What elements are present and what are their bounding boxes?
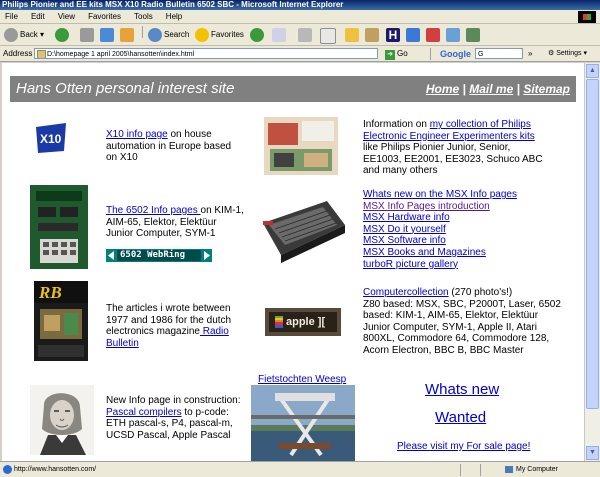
mail-link[interactable]: Mail me xyxy=(469,82,513,96)
rb-logo-text: RB xyxy=(39,283,62,302)
ee-paragraph: Information on my collection of Philips … xyxy=(363,119,543,176)
star-icon xyxy=(195,27,209,42)
address-label: Address xyxy=(3,49,33,58)
page-viewport: Hans Otten personal interest site Home |… xyxy=(2,63,584,461)
status-separator xyxy=(460,464,461,476)
forward-button[interactable] xyxy=(55,27,71,43)
toolbar: Back ▾ Search Favorites H xyxy=(0,24,600,46)
apple2-logo-image[interactable]: apple ][ xyxy=(265,308,341,336)
ie-page-icon xyxy=(3,465,12,474)
kim1-board-photo[interactable] xyxy=(30,185,88,269)
google-logo: Google xyxy=(440,49,471,59)
go-arrow-icon: ➜ xyxy=(385,50,395,60)
site-title: Hans Otten personal interest site xyxy=(16,80,235,97)
status-separator xyxy=(480,464,481,476)
mail-icon[interactable] xyxy=(272,28,286,42)
globe-icon[interactable] xyxy=(446,28,460,42)
menu-view[interactable]: View xyxy=(53,10,80,24)
print-icon[interactable] xyxy=(298,28,312,42)
msx-software-link[interactable]: MSX Software info xyxy=(363,235,446,246)
svg-text:X10: X10 xyxy=(40,132,62,146)
window-title: Philips Pionier and EE kits MSX X10 Radi… xyxy=(0,0,600,10)
menu-help[interactable]: Help xyxy=(161,10,187,24)
menu-edit[interactable]: Edit xyxy=(26,10,50,24)
back-arrow-icon xyxy=(4,27,18,42)
fietstochten-photo[interactable] xyxy=(251,385,355,461)
menu-tools[interactable]: Tools xyxy=(129,10,158,24)
6502-paragraph: The 6502 Info pages on KIM-1, AIM-65, El… xyxy=(106,205,244,239)
chevron-more-icon[interactable]: » xyxy=(528,46,532,62)
history-icon[interactable] xyxy=(250,28,264,42)
forward-arrow-icon xyxy=(55,27,69,42)
msx-diy-link[interactable]: MSX Do it yourself xyxy=(363,224,446,235)
sitemap-link[interactable]: Sitemap xyxy=(523,82,570,96)
6502-info-link[interactable]: The 6502 Info pages xyxy=(106,205,201,216)
h-toolbar-icon[interactable]: H xyxy=(386,28,400,42)
scroll-up-icon[interactable]: ▲ xyxy=(586,64,599,78)
x10-paragraph: X10 info page on house automation in Eur… xyxy=(106,129,232,163)
6502-webring-banner[interactable]: 6502 WebRing xyxy=(106,249,212,262)
search-icon xyxy=(148,27,162,42)
pascal-portrait-image[interactable] xyxy=(30,385,94,455)
settings-button[interactable]: ⚙ Settings ▾ xyxy=(548,46,587,62)
status-url: http://www.hansotten.com/ xyxy=(14,466,97,473)
pascal-compilers-link[interactable]: Pascal compilers xyxy=(106,407,182,418)
rb-paragraph: The articles i wrote between 1977 and 19… xyxy=(106,303,232,349)
tool-icon[interactable] xyxy=(466,28,480,42)
favorites-button[interactable]: Favorites xyxy=(195,27,244,43)
msx-link-list: Whats new on the MSX Info pages MSX Info… xyxy=(363,189,563,270)
address-input[interactable]: D:\homepage 1 april 2005\hansotten\index… xyxy=(34,48,378,59)
apple2-label: apple ][ xyxy=(286,316,326,328)
scroll-down-icon[interactable]: ▼ xyxy=(586,446,599,460)
refresh-icon[interactable] xyxy=(100,28,114,42)
back-button[interactable]: Back ▾ xyxy=(4,27,44,43)
menu-favorites[interactable]: Favorites xyxy=(83,10,126,24)
computer-collection-link[interactable]: Computercollection xyxy=(363,287,449,298)
msx-hardware-link[interactable]: MSX Hardware info xyxy=(363,212,450,223)
site-banner: Hans Otten personal interest site Home |… xyxy=(10,76,576,102)
menu-file[interactable]: File xyxy=(0,10,23,24)
go-button[interactable]: ➜ Go xyxy=(385,48,408,60)
msx-computer-photo[interactable] xyxy=(257,195,347,265)
folder-icon[interactable] xyxy=(345,28,359,42)
connect-icon[interactable] xyxy=(426,28,440,42)
msx-books-link[interactable]: MSX Books and Magazines xyxy=(363,247,486,258)
vertical-scrollbar[interactable]: ▲ ▼ xyxy=(584,63,600,461)
x10-logo-image[interactable]: X10 xyxy=(34,121,68,155)
security-zone: My Computer xyxy=(505,462,558,477)
content-table: X10 X10 info page on house automation in… xyxy=(22,111,568,461)
scrollbar-thumb[interactable] xyxy=(586,79,599,409)
radio-bulletin-cover[interactable]: RB xyxy=(34,281,88,361)
toolbar-separator xyxy=(142,26,143,38)
address-bar: Address D:\homepage 1 april 2005\hansott… xyxy=(0,46,600,62)
wanted-link[interactable]: Wanted xyxy=(435,409,486,426)
home-icon[interactable] xyxy=(120,28,134,42)
status-bar: http://www.hansotten.com/ My Computer xyxy=(0,461,600,477)
search-button[interactable]: Search xyxy=(148,27,189,43)
network-icon[interactable] xyxy=(406,28,420,42)
stop-icon[interactable] xyxy=(80,28,94,42)
x10-info-link[interactable]: X10 info page xyxy=(106,129,168,140)
computer-collection-paragraph: Computercollection (270 photo's!) Z80 bas… xyxy=(363,287,561,356)
home-link[interactable]: Home xyxy=(426,82,459,96)
fietstochten-link[interactable]: Fietstochten Weesp xyxy=(258,374,346,385)
turbor-gallery-link[interactable]: turboR picture gallery xyxy=(363,259,458,270)
philips-kit-photo[interactable] xyxy=(264,117,338,175)
banner-nav: Home | Mail me | Sitemap xyxy=(425,82,570,96)
menu-bar: File Edit View Favorites Tools Help xyxy=(0,10,600,24)
for-sale-link[interactable]: Please visit my For sale page! xyxy=(397,441,530,452)
messenger-icon[interactable] xyxy=(365,28,379,42)
pascal-paragraph: New Info page in construction: Pascal com… xyxy=(106,395,241,441)
msx-whats-new-link[interactable]: Whats new on the MSX Info pages xyxy=(363,189,517,200)
whats-new-link[interactable]: Whats new xyxy=(425,381,499,398)
msx-intro-link[interactable]: MSX Info Pages introduction xyxy=(363,201,490,212)
address-separator xyxy=(430,48,431,60)
google-search-input[interactable]: G xyxy=(475,48,523,59)
windows-logo-icon xyxy=(578,11,596,23)
edit-icon[interactable] xyxy=(320,28,336,44)
webring-label: 6502 WebRing xyxy=(120,250,186,260)
